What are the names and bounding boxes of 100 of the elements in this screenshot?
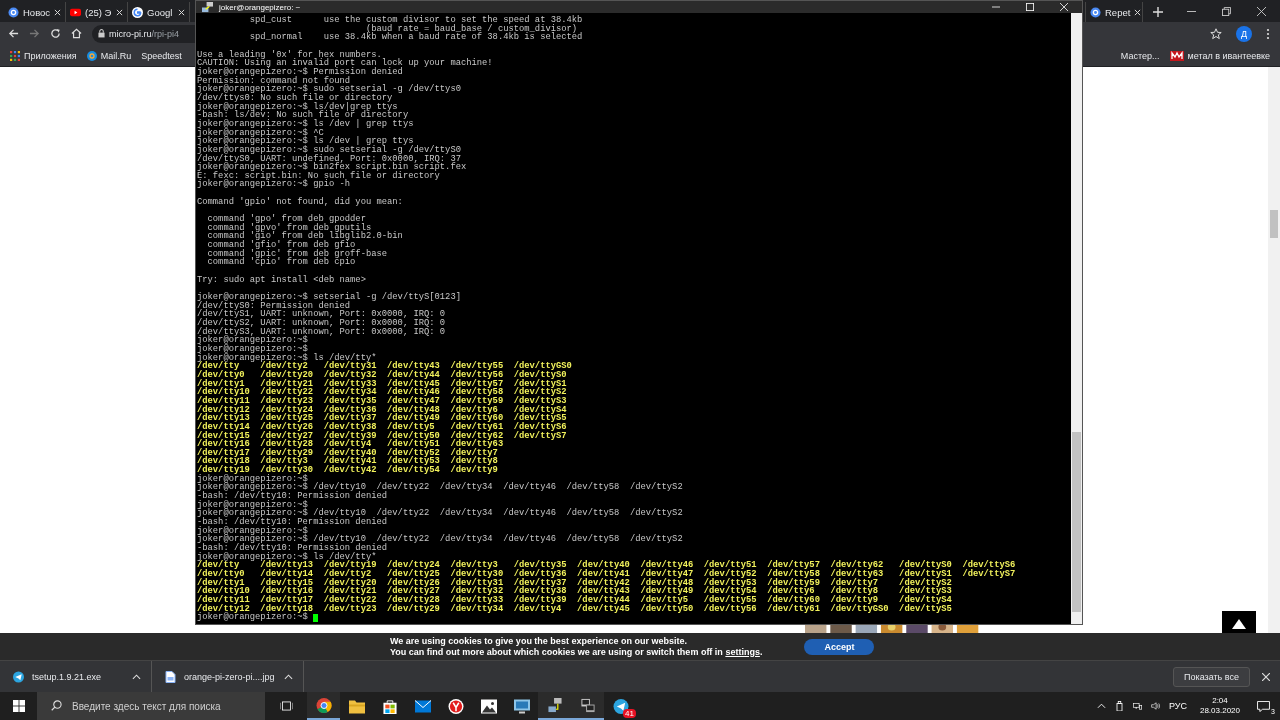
file-icon bbox=[165, 670, 176, 683]
forward-icon[interactable] bbox=[29, 28, 40, 39]
accept-button[interactable]: Accept bbox=[804, 638, 875, 655]
window-title: joker@orangepizero: ~ bbox=[219, 2, 301, 12]
terminal-line: /dev/tty17 /dev/tty29 /dev/tty40 /dev/tty52 /dev/tty7 bbox=[197, 448, 498, 458]
terminal-line: /dev/tty0 /dev/tty14 /dev/tty2 /dev/tty25 /dev/tty30 /dev/tty36 /dev/tty41 /dev/tty47 /dev/tty52 /dev/tty58 /dev/tty63 /dev/ttyS1 /dev/ttyS7 bbox=[197, 570, 1016, 579]
terminal-line: joker@orangepizero:~$ bbox=[197, 526, 308, 536]
bookmark[interactable]: Мастер... bbox=[1120, 50, 1160, 61]
play-icon bbox=[70, 6, 81, 18]
photos-icon[interactable] bbox=[480, 698, 497, 714]
settings-link[interactable]: settings bbox=[725, 646, 760, 657]
close-tab-icon[interactable] bbox=[54, 8, 62, 16]
terminal-line: joker@orangepizero:~$ Permission denied bbox=[197, 67, 403, 77]
language-indicator[interactable]: РУС bbox=[1168, 701, 1187, 711]
new-tab-icon[interactable] bbox=[1153, 7, 1163, 17]
terminal-computers-icon[interactable] bbox=[579, 697, 596, 713]
terminal-line: /dev/tty15 /dev/tty27 /dev/tty39 /dev/tty50 /dev/tty62 /dev/ttyS7 bbox=[197, 431, 567, 441]
speaker-icon[interactable] bbox=[1150, 701, 1160, 711]
terminal-line: joker@orangepizero:~$ gpio -h bbox=[197, 180, 351, 190]
network-icon[interactable] bbox=[1132, 701, 1142, 711]
address-bar[interactable]: micro-pi.ru/rpi-pi4 bbox=[92, 24, 196, 43]
minimize-icon[interactable] bbox=[992, 3, 1000, 11]
terminal-line: /dev/tty /dev/tty13 /dev/tty19 /dev/tty24 /dev/tty3 /dev/tty35 /dev/tty40 /dev/tty46 /dev/tty51 /dev/tty57 /dev/tty62 /dev/ttyS0 /dev/ttyS6 bbox=[197, 561, 1016, 570]
terminal-line: /dev/ttyS2, UART: unknown, Port: 0x0000, IRQ: 0 bbox=[197, 318, 446, 328]
monitor-icon[interactable] bbox=[513, 698, 530, 714]
close-tab-icon[interactable] bbox=[1134, 8, 1142, 16]
terminal-line: Try: sudo apt install <deb name> bbox=[197, 275, 366, 285]
usb-drive-icon[interactable] bbox=[1114, 701, 1124, 711]
close-tab-icon[interactable] bbox=[178, 8, 185, 16]
terminal-line: joker@orangepizero:~$ bbox=[197, 500, 308, 510]
terminal-line: joker@orangepizero:~$ setserial -g /dev/ttyS[0123] bbox=[197, 293, 461, 302]
bookmark[interactable]: Приложения bbox=[10, 50, 77, 61]
scroll-top-button[interactable] bbox=[1222, 611, 1256, 633]
terminal-line: joker@orangepizero:~$ ls /dev | grep ttys bbox=[197, 137, 414, 146]
terminal-line: /dev/tty11 /dev/tty23 /dev/tty35 /dev/tty47 /dev/tty59 /dev/ttyS3 bbox=[197, 396, 567, 406]
terminal-line: joker@orangepizero:~$ bbox=[197, 474, 308, 484]
terminal-line: CAUTION: Using an invalid port can lock up your machine! bbox=[197, 59, 493, 68]
search-icon bbox=[51, 700, 62, 711]
lock-icon bbox=[98, 29, 105, 38]
terminal-line: joker@orangepizero:~$ sudo setserial -g /dev/ttys0 bbox=[197, 85, 461, 94]
network-computers-icon[interactable] bbox=[546, 697, 563, 713]
unread-badge: 41 bbox=[623, 709, 636, 718]
close-tab-icon[interactable] bbox=[116, 8, 123, 16]
google-icon bbox=[132, 6, 143, 18]
terminal-line: /dev/tty12 /dev/tty18 /dev/tty23 /dev/tty29 /dev/tty34 /dev/tty4 /dev/tty45 /dev/tty50 /dev/tty56 /dev/tty61 /dev/ttyGS0 /dev/ttyS5 bbox=[197, 604, 952, 614]
menu-icon[interactable] bbox=[1266, 27, 1270, 40]
up-arrow-icon bbox=[1232, 619, 1246, 629]
folder-icon[interactable] bbox=[348, 698, 365, 714]
cookie-text: We are using cookies to give you the best experience on our website. bbox=[390, 635, 688, 647]
terminal-line: joker@orangepizero:~$ bin2fex script.bin script.fex bbox=[197, 163, 467, 172]
home-icon[interactable] bbox=[71, 28, 82, 39]
close-icon[interactable] bbox=[1262, 672, 1270, 681]
scrollbar[interactable] bbox=[1071, 13, 1082, 624]
bookmark[interactable]: Mail.Ru bbox=[86, 50, 132, 61]
caret-icon[interactable] bbox=[132, 673, 141, 680]
back-icon[interactable] bbox=[8, 28, 19, 39]
terminal-line: spd_cust use the custom divisor to set the speed at 38.4kb bbox=[248, 16, 583, 25]
close-icon[interactable] bbox=[1257, 6, 1266, 16]
computers-icon bbox=[202, 1, 213, 13]
terminal-line: /dev/tty1 /dev/tty15 /dev/tty20 /dev/tty26 /dev/tty31 /dev/tty37 /dev/tty42 /dev/tty48 /dev/tty53 /dev/tty59 /dev/tty7 /dev/ttyS2 bbox=[197, 578, 952, 588]
caret-icon[interactable] bbox=[284, 673, 293, 680]
task-view-icon[interactable] bbox=[280, 700, 293, 712]
apps-grid-icon bbox=[10, 50, 20, 61]
terminal-line: -bash: /dev/tty10: Permission denied bbox=[197, 492, 388, 501]
scrollbar[interactable] bbox=[1268, 67, 1280, 633]
browser-icon[interactable] bbox=[447, 698, 464, 714]
clock-date[interactable]: 28.03.2020 bbox=[1199, 706, 1240, 716]
windows-icon[interactable] bbox=[13, 700, 25, 712]
clock-time[interactable]: 2:04 bbox=[1212, 696, 1228, 706]
search-field[interactable]: Введите здесь текст для поиска bbox=[37, 692, 265, 720]
terminal-line: joker@orangepizero:~$ bbox=[197, 336, 308, 345]
mail-icon[interactable] bbox=[414, 698, 431, 714]
star-icon[interactable] bbox=[1210, 27, 1222, 40]
bookmark[interactable]: метал в ивантеевке bbox=[1169, 50, 1270, 61]
chrome-icon[interactable] bbox=[315, 697, 332, 713]
cookie-text: You can find out more about which cookies we are using or switch them off in settings. bbox=[390, 646, 763, 658]
maximize-icon[interactable] bbox=[1026, 3, 1034, 11]
bookmark[interactable]: Speedtest bbox=[141, 50, 182, 61]
terminal-line: command 'gpo' from deb gpodder bbox=[206, 215, 366, 224]
terminal-line: -bash: /dev/tty10: Permission denied bbox=[197, 544, 388, 553]
shopping-bag-icon[interactable] bbox=[381, 698, 398, 714]
terminal-line: /dev/tty /dev/tty2 /dev/tty31 /dev/tty43 /dev/tty55 /dev/ttyGS0 bbox=[197, 362, 572, 371]
show-all-button[interactable]: Показать все bbox=[1173, 666, 1250, 687]
terminal-line: /dev/tty12 /dev/tty24 /dev/tty36 /dev/tty48 /dev/tty6 /dev/ttyS4 bbox=[197, 405, 567, 415]
notification-icon[interactable] bbox=[1257, 700, 1270, 712]
terminal-line: /dev/tty11 /dev/tty17 /dev/tty22 /dev/tty28 /dev/tty33 /dev/tty39 /dev/tty44 /dev/tty5 /dev/tty55 /dev/tty60 /dev/tty9 /dev/ttyS4 bbox=[197, 595, 952, 605]
chevron-up-icon[interactable] bbox=[1096, 701, 1106, 711]
profile-avatar[interactable]: Д bbox=[1236, 25, 1252, 42]
terminal-line: -bash: /dev/tty10: Permission denied bbox=[197, 518, 388, 527]
terminal-line: /dev/tty14 /dev/tty26 /dev/tty38 /dev/tty5 /dev/tty61 /dev/ttyS6 bbox=[197, 422, 567, 432]
terminal-line: spd_normal use 38.4kb when a baud rate of 38.4kb is selected bbox=[248, 33, 583, 42]
terminal-line: /dev/tty1 /dev/tty21 /dev/tty33 /dev/tty45 /dev/tty57 /dev/ttyS1 bbox=[197, 379, 567, 389]
terminal-line: /dev/tty13 /dev/tty25 /dev/tty37 /dev/tty49 /dev/tty60 /dev/ttyS5 bbox=[197, 414, 567, 423]
terminal-line: Command 'gpio' not found, did you mean: bbox=[197, 197, 403, 207]
terminal-line: /dev/tty10 /dev/tty22 /dev/tty34 /dev/tty46 /dev/tty58 /dev/ttyS2 bbox=[197, 388, 567, 397]
terminal-line: /dev/tty16 /dev/tty28 /dev/tty4 /dev/tty51 /dev/tty63 bbox=[197, 440, 504, 449]
restore-icon[interactable] bbox=[1222, 6, 1231, 16]
terminal-line: joker@orangepizero:~$ ls /dev | grep ttys bbox=[197, 119, 414, 129]
terminal-line: /dev/ttys0: No such file or directory bbox=[197, 93, 393, 103]
reload-icon[interactable] bbox=[50, 28, 61, 39]
